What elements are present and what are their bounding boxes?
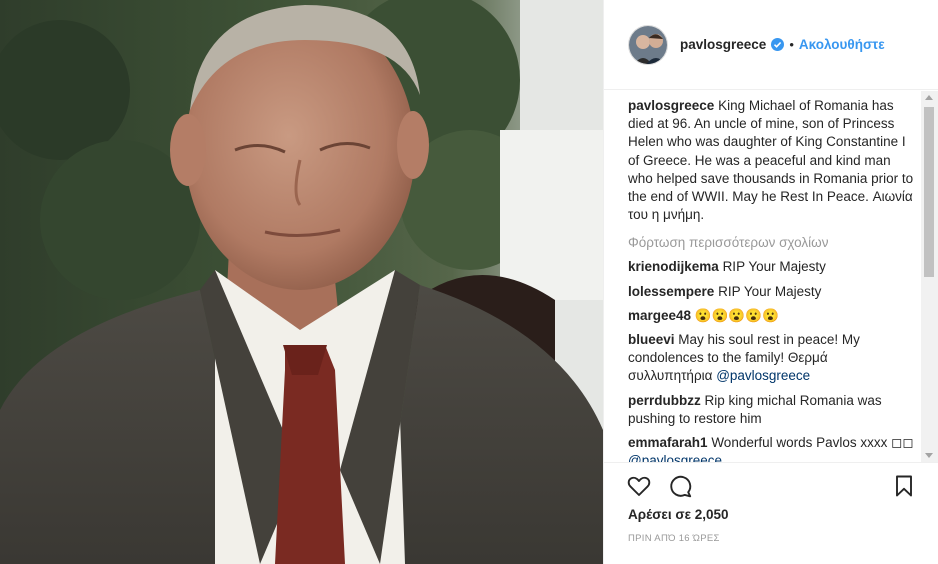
comment-mention[interactable]: @pavlosgreece: [716, 368, 810, 383]
list-item: perrdubbzz Rip king michal Romania was p…: [628, 392, 915, 428]
list-item: emmafarah1 Wonderful words Pavlos xxxx ◻…: [628, 434, 915, 462]
avatar[interactable]: [628, 24, 668, 65]
post-timestamp[interactable]: ΠΡΙΝ ΑΠΌ 16 ΏΡΕΣ: [628, 533, 720, 544]
scroll-down-icon[interactable]: [925, 453, 933, 458]
comments-scrollbar[interactable]: [921, 91, 938, 462]
comment-text: RIP Your Majesty: [718, 283, 822, 299]
list-item: lolessempere RIP Your Majesty: [628, 283, 915, 301]
comment-username[interactable]: perrdubbzz: [628, 393, 701, 408]
scroll-up-icon[interactable]: [925, 95, 933, 100]
header-username[interactable]: pavlosgreece: [680, 37, 766, 52]
list-item: margee48 😮😮😮😮😮: [628, 307, 915, 325]
list-item: krienodijkema RIP Your Majesty: [628, 258, 915, 276]
comment-username[interactable]: margee48: [628, 308, 691, 323]
caption-username[interactable]: pavlosgreece: [628, 98, 714, 113]
comment-username[interactable]: blueevi: [628, 332, 675, 347]
comment-mention[interactable]: @pavlosgreece: [628, 453, 722, 462]
separator-dot: •: [789, 37, 794, 52]
portrait-image: [0, 0, 603, 564]
bookmark-icon[interactable]: [891, 473, 917, 499]
scrollbar-thumb[interactable]: [924, 107, 934, 277]
caption-text: King Michael of Romania has died at 96. …: [628, 98, 914, 223]
heart-icon[interactable]: [626, 473, 652, 499]
comment-text: 😮😮😮😮😮: [694, 307, 779, 323]
list-item: blueevi May his soul rest in peace! My c…: [628, 331, 915, 386]
likes-count[interactable]: Αρέσει σε 2,050: [628, 507, 729, 522]
comment-icon[interactable]: [668, 473, 694, 499]
verified-badge-icon: [771, 38, 785, 51]
load-more-comments-button[interactable]: Φόρτωση περισσότερων σχολίων: [628, 234, 915, 252]
comment-text: Wonderful words Pavlos xxxx ◻◻: [711, 435, 914, 451]
comment-username[interactable]: lolessempere: [628, 284, 714, 299]
comment-username[interactable]: krienodijkema: [628, 259, 719, 274]
post-photo[interactable]: [0, 0, 603, 564]
post-sidebar: pavlosgreece • Ακολουθήστε pavlosgreece …: [603, 0, 938, 564]
comment-text: RIP Your Majesty: [722, 259, 826, 275]
comment-username[interactable]: emmafarah1: [628, 435, 708, 450]
follow-button[interactable]: Ακολουθήστε: [799, 37, 885, 52]
post-header: pavlosgreece • Ακολουθήστε: [604, 0, 938, 90]
comments-list[interactable]: pavlosgreece King Michael of Romania has…: [604, 91, 938, 462]
post-caption: pavlosgreece King Michael of Romania has…: [628, 97, 915, 224]
post-actions: Αρέσει σε 2,050 ΠΡΙΝ ΑΠΌ 16 ΏΡΕΣ: [604, 462, 938, 564]
